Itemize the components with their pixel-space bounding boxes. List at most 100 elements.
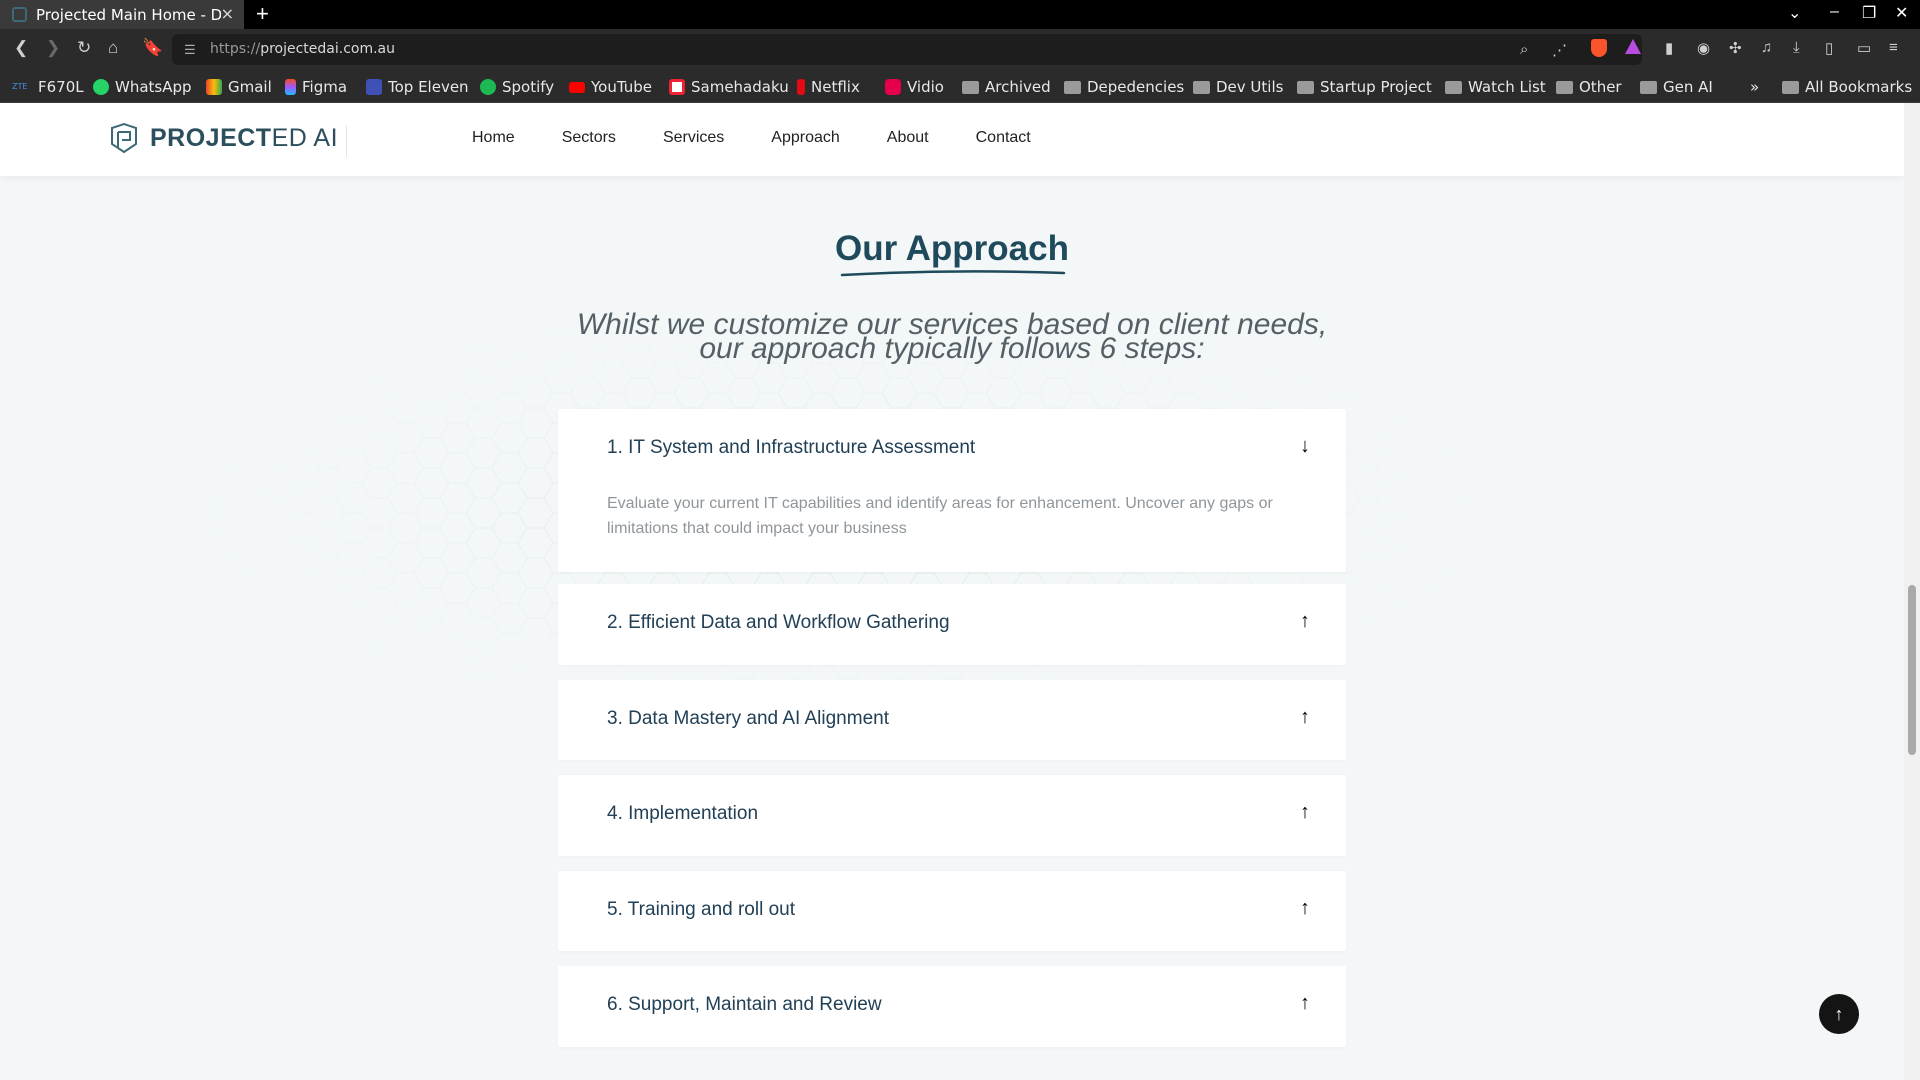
step-description: Evaluate your current IT capabilities an… [607,495,1273,537]
vidio-icon [885,79,901,95]
arrow-up-icon[interactable]: ↑ [1300,610,1310,633]
downloads-icon[interactable]: ⤓ [1793,39,1800,56]
scroll-to-top-button[interactable]: ↑ [1819,994,1859,1034]
forward-icon[interactable]: ❯ [46,38,60,58]
bookmarks-overflow-button[interactable]: » [1750,77,1759,97]
back-icon[interactable]: ❮ [14,38,28,58]
brave-shields-icon[interactable] [1591,39,1607,57]
browser-toolbar: ❮ ❯ ↻ ⌂ 🔖 ☰ https://projectedai.com.au ⌕… [0,29,1920,70]
folder-icon [1640,80,1657,94]
screenshot-icon[interactable]: ◉ [1697,39,1710,57]
nav-sectors[interactable]: Sectors [562,129,616,147]
whatsapp-icon [93,79,109,95]
home-icon[interactable]: ⌂ [108,38,118,58]
bookmark-spotify[interactable]: Spotify [480,77,554,97]
step-title: 5. Training and roll out [607,899,796,920]
top-eleven-icon [366,79,382,95]
arrow-up-icon: ↑ [1834,1004,1844,1024]
bookmark-youtube[interactable]: YouTube [569,77,652,97]
new-tab-button[interactable]: + [256,1,269,27]
bookmark-folder-gen-ai[interactable]: Gen AI [1640,77,1713,97]
scrollbar-thumb[interactable] [1908,585,1916,755]
nav-approach[interactable]: Approach [771,129,840,147]
bookmark-page-icon[interactable]: 🔖 [142,38,163,58]
header-divider [346,125,347,157]
accordion-step-2[interactable]: 2. Efficient Data and Workflow Gathering… [558,584,1346,665]
main-nav: Home Sectors Services Approach About Con… [472,129,1031,147]
router-icon: ZTE [12,82,28,91]
folder-icon [1193,80,1210,94]
media-icon[interactable]: ♫ [1761,39,1772,56]
gmail-icon [206,79,222,95]
bookmark-top-eleven[interactable]: Top Eleven [366,77,469,97]
bookmark-folder-watch-list[interactable]: Watch List [1445,77,1546,97]
bookmarks-bar: ZTE F670L WhatsApp Gmail Figma Top Eleven… [0,70,1920,103]
maximize-icon[interactable]: ❐ [1862,3,1876,23]
youtube-icon [569,81,585,93]
bookmark-folder-all-bookmarks[interactable]: All Bookmarks [1782,77,1912,97]
share-icon[interactable]: ⋰ [1552,41,1567,59]
tab-list-chevron-icon[interactable]: ⌄ [1788,3,1801,23]
folder-icon [1297,80,1314,94]
folder-icon [1556,80,1573,94]
accordion-step-3[interactable]: 3. Data Mastery and AI Alignment ↑ [558,680,1346,760]
site-logo[interactable]: PROJECTED AI [108,122,338,154]
url-text[interactable]: https://projectedai.com.au [210,41,395,57]
accordion-step-1[interactable]: 1. IT System and Infrastructure Assessme… [558,409,1346,572]
netflix-icon [797,79,805,95]
arrow-down-icon[interactable]: ↓ [1300,435,1310,458]
tab-strip: Projected Main Home - Dev × + ⌄ – ❐ ✕ [0,0,1920,29]
bookmark-folder-startup-project[interactable]: Startup Project [1297,77,1432,97]
accordion-step-4[interactable]: 4. Implementation ↑ [558,775,1346,856]
page-scrollbar[interactable] [1904,103,1920,1080]
site-settings-icon[interactable]: ☰ [184,42,196,58]
reload-icon[interactable]: ↻ [77,38,91,58]
bookmark-folder-depedencies[interactable]: Depedencies [1064,77,1184,97]
step-title: 4. Implementation [607,803,759,824]
bookmark-f670l[interactable]: ZTE F670L [12,77,84,97]
arrow-up-icon[interactable]: ↑ [1300,897,1310,920]
address-bar[interactable]: ☰ https://projectedai.com.au ⌕ ⋰ [172,34,1642,65]
accordion-step-6[interactable]: 6. Support, Maintain and Review ↑ [558,966,1346,1047]
arrow-up-icon[interactable]: ↑ [1300,801,1310,824]
arrow-up-icon[interactable]: ↑ [1300,706,1310,729]
spotify-icon [480,79,496,95]
bookmark-gmail[interactable]: Gmail [206,77,272,97]
bookmark-folder-archived[interactable]: Archived [962,77,1051,97]
folder-icon [1445,80,1462,94]
zoom-icon[interactable]: ⌕ [1520,41,1528,58]
minimize-icon[interactable]: – [1830,3,1839,21]
bookmark-folder-other[interactable]: Other [1556,77,1622,97]
step-title: 3. Data Mastery and AI Alignment [607,708,889,729]
nav-contact[interactable]: Contact [976,129,1031,147]
bookmark-samehadaku[interactable]: Samehadaku [669,77,789,97]
menu-icon[interactable]: ≡ [1889,39,1898,56]
sidebar-icon[interactable]: ▯ [1825,39,1833,57]
folder-icon [1064,80,1081,94]
step-title: 6. Support, Maintain and Review [607,994,882,1015]
bookmark-vidio[interactable]: Vidio [885,77,944,97]
samehadaku-icon [669,79,685,95]
nav-home[interactable]: Home [472,129,515,147]
bookmark-whatsapp[interactable]: WhatsApp [93,77,192,97]
close-window-icon[interactable]: ✕ [1895,3,1908,23]
logo-text: PROJECTED AI [150,123,339,152]
folder-icon [1782,80,1799,94]
extensions-icon[interactable]: ✣ [1729,39,1742,57]
title-underline [840,270,1066,277]
close-tab-icon[interactable]: × [221,4,234,23]
wallet-icon[interactable]: ▭ [1857,39,1871,57]
step-title: 1. IT System and Infrastructure Assessme… [607,437,976,458]
bookmark-folder-dev-utils[interactable]: Dev Utils [1193,77,1283,97]
site-favicon-icon [12,7,27,22]
nav-about[interactable]: About [887,129,929,147]
bookmark-netflix[interactable]: Netflix [797,77,860,97]
accordion-step-5[interactable]: 5. Training and roll out ↑ [558,871,1346,951]
nav-services[interactable]: Services [663,129,724,147]
brave-rewards-icon[interactable] [1625,39,1641,54]
extension-docs-icon[interactable]: ▮ [1665,39,1673,57]
bookmark-figma[interactable]: Figma [285,77,347,97]
browser-tab-active[interactable]: Projected Main Home - Dev × [0,0,244,29]
step-title: 2. Efficient Data and Workflow Gathering [607,612,950,633]
arrow-up-icon[interactable]: ↑ [1300,992,1310,1015]
